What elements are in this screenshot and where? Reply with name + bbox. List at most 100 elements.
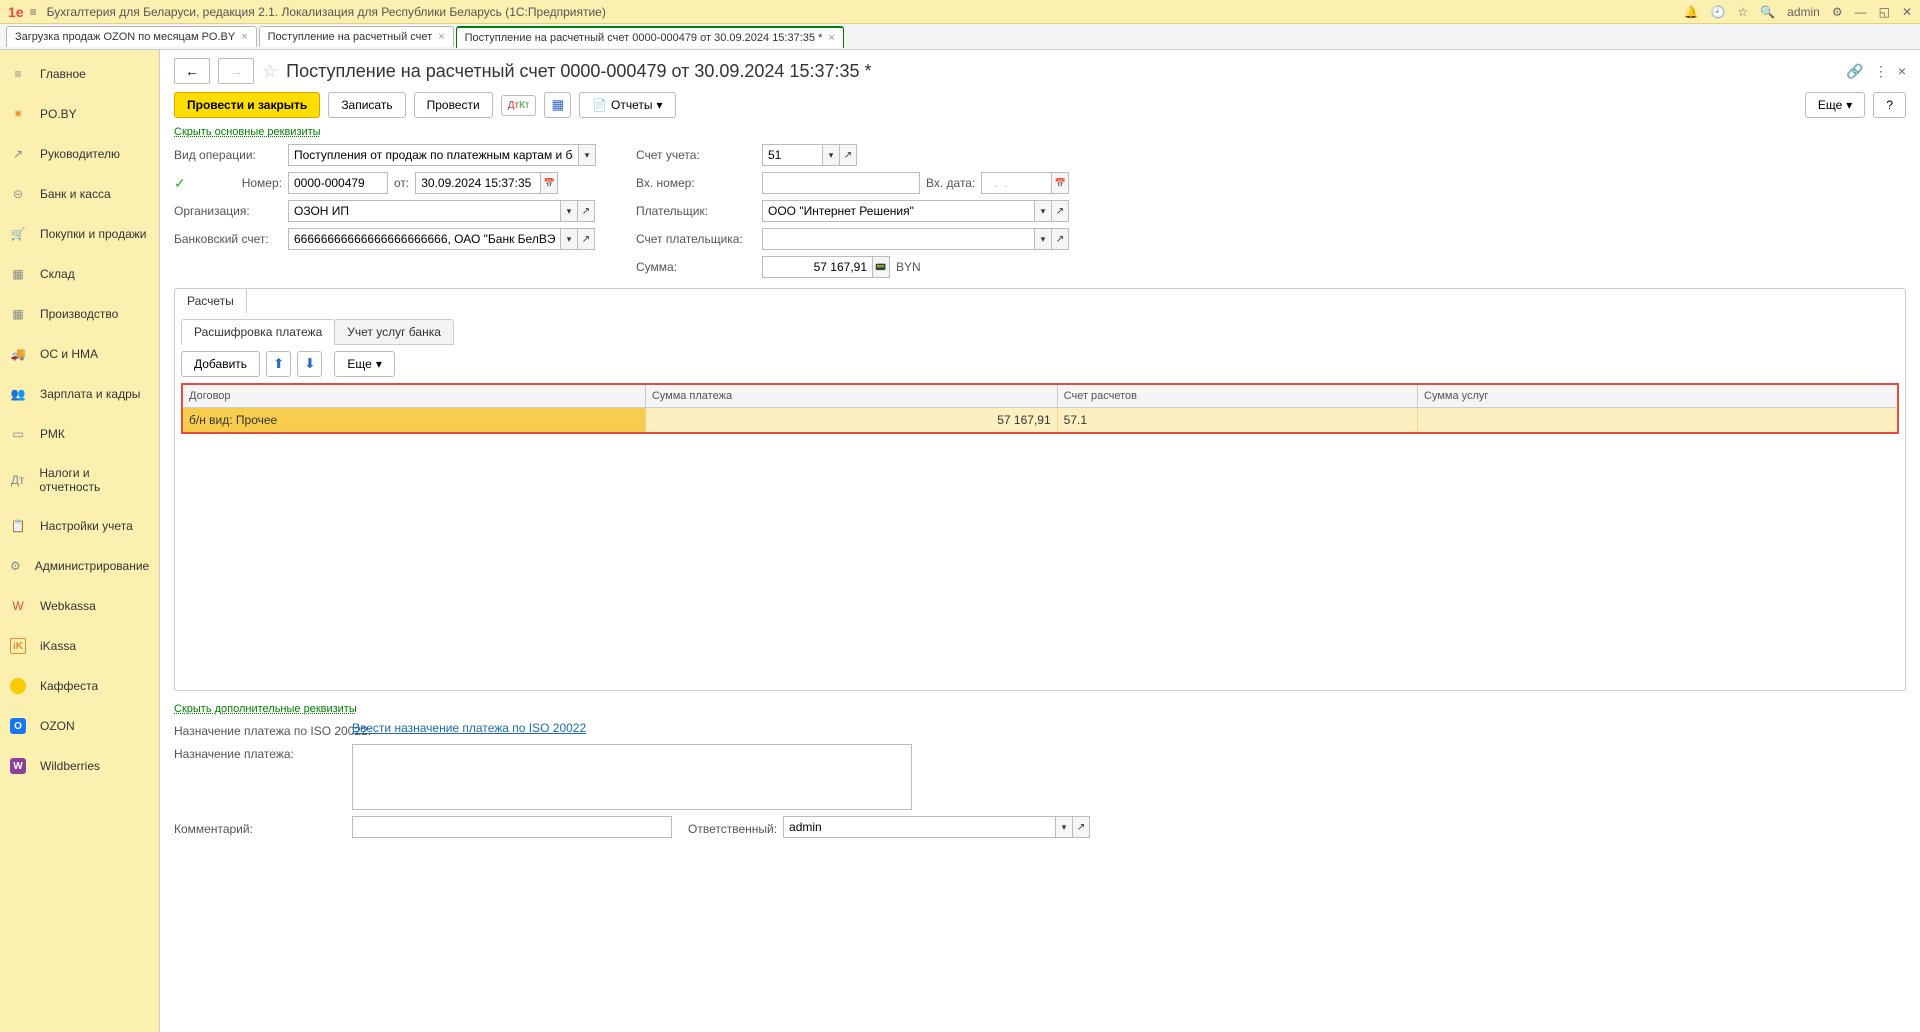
save-button[interactable]: Записать: [328, 92, 405, 118]
favorite-star-icon[interactable]: ☆: [262, 61, 278, 82]
organization-dropdown[interactable]: ▾: [560, 200, 578, 222]
sidebar-item[interactable]: ↗Руководителю: [0, 134, 159, 174]
responsible-dropdown[interactable]: ▾: [1055, 816, 1073, 838]
star-icon[interactable]: ☆: [1737, 5, 1748, 19]
close-window-icon[interactable]: ✕: [1902, 5, 1912, 19]
hamburger-icon[interactable]: ≡: [30, 5, 37, 19]
sidebar-item[interactable]: ≡Главное: [0, 54, 159, 94]
sidebar-item[interactable]: OOZON: [0, 706, 159, 746]
search-icon[interactable]: 🔍: [1760, 5, 1775, 19]
reports-button[interactable]: 📄 Отчеты ▾: [579, 92, 675, 118]
iso-purpose-link[interactable]: Ввести назначение платежа по ISO 20022: [352, 721, 586, 735]
responsible-open-icon[interactable]: ↗: [1072, 816, 1090, 838]
date-picker-icon[interactable]: 📅: [540, 172, 558, 194]
bank-account-input[interactable]: [288, 228, 560, 250]
payer-account-input[interactable]: [762, 228, 1034, 250]
operation-type-input[interactable]: [288, 144, 578, 166]
settings-icon[interactable]: ⚙: [1832, 5, 1843, 19]
post-close-button[interactable]: Провести и закрыть: [174, 92, 320, 118]
tab-bank-services[interactable]: Учет услуг банка: [334, 319, 454, 345]
doc-tab-ozon-load[interactable]: Загрузка продаж OZON по месяцам PO.BY ×: [6, 26, 257, 47]
more-button[interactable]: Еще ▾: [1805, 92, 1865, 118]
account-dropdown[interactable]: ▾: [822, 144, 840, 166]
account-open-icon[interactable]: ↗: [839, 144, 857, 166]
hide-main-fields-link[interactable]: Скрыть основные реквизиты: [174, 126, 321, 138]
post-button[interactable]: Провести: [414, 92, 493, 118]
sidebar-item[interactable]: 👥Зарплата и кадры: [0, 374, 159, 414]
comment-input[interactable]: [352, 816, 672, 838]
sidebar-item[interactable]: ▦Склад: [0, 254, 159, 294]
sidebar-item[interactable]: ⚙Администрирование: [0, 546, 159, 586]
cell-contract[interactable]: б/н вид: Прочее: [182, 408, 645, 434]
date-input[interactable]: [415, 172, 540, 194]
number-input[interactable]: [288, 172, 388, 194]
sidebar-item[interactable]: WWildberries: [0, 746, 159, 786]
history-icon[interactable]: 🕘: [1710, 5, 1725, 19]
user-name[interactable]: admin: [1787, 5, 1820, 19]
forward-button[interactable]: →: [218, 58, 254, 84]
move-up-button[interactable]: ⬆: [266, 351, 291, 377]
restore-icon[interactable]: ◱: [1879, 5, 1890, 19]
responsible-input[interactable]: [783, 816, 1055, 838]
account-input[interactable]: [762, 144, 822, 166]
link-icon[interactable]: 🔗: [1846, 63, 1863, 80]
incoming-date-picker-icon[interactable]: 📅: [1051, 172, 1069, 194]
col-account[interactable]: Счет расчетов: [1057, 384, 1417, 408]
doc-tab-receipt[interactable]: Поступление на расчетный счет ×: [259, 26, 454, 47]
operation-type-dropdown[interactable]: ▾: [578, 144, 596, 166]
from-label: от:: [394, 176, 409, 190]
sidebar-item-label: Каффеста: [40, 679, 98, 693]
close-tab-icon[interactable]: ×: [438, 31, 444, 43]
add-row-button[interactable]: Добавить: [181, 351, 260, 377]
incoming-number-input[interactable]: [762, 172, 920, 194]
minimize-icon[interactable]: —: [1855, 5, 1867, 19]
cell-services[interactable]: [1418, 408, 1899, 434]
payer-dropdown[interactable]: ▾: [1034, 200, 1052, 222]
table-more-button[interactable]: Еще ▾: [334, 351, 394, 377]
col-amount[interactable]: Сумма платежа: [645, 384, 1057, 408]
sidebar-item[interactable]: ✷PO.BY: [0, 94, 159, 134]
payer-open-icon[interactable]: ↗: [1051, 200, 1069, 222]
close-tab-icon[interactable]: ×: [241, 31, 247, 43]
sidebar-item[interactable]: 🚚ОС и НМА: [0, 334, 159, 374]
organization-input[interactable]: [288, 200, 560, 222]
tab-payment-decoding[interactable]: Расшифровка платежа: [181, 319, 335, 345]
bell-icon[interactable]: 🔔: [1684, 5, 1699, 19]
payer-account-dropdown[interactable]: ▾: [1034, 228, 1052, 250]
payer-account-open-icon[interactable]: ↗: [1051, 228, 1069, 250]
bank-account-open-icon[interactable]: ↗: [577, 228, 595, 250]
cell-account[interactable]: 57.1: [1057, 408, 1417, 434]
col-services[interactable]: Сумма услуг: [1418, 384, 1899, 408]
sidebar-item[interactable]: ⊝Банк и касса: [0, 174, 159, 214]
payer-input[interactable]: [762, 200, 1034, 222]
structure-button[interactable]: ▦: [544, 92, 571, 118]
sum-input[interactable]: [762, 256, 872, 278]
sidebar-item[interactable]: WWebkassa: [0, 586, 159, 626]
sum-calc-icon[interactable]: 📟: [872, 256, 890, 278]
tab-calculations[interactable]: Расчеты: [174, 288, 247, 313]
cell-amount[interactable]: 57 167,91: [645, 408, 1057, 434]
close-tab-icon[interactable]: ×: [828, 32, 834, 44]
sidebar-item[interactable]: 📋Настройки учета: [0, 506, 159, 546]
back-button[interactable]: ←: [174, 58, 210, 84]
doc-tab-receipt-detail[interactable]: Поступление на расчетный счет 0000-00047…: [456, 26, 844, 48]
bank-account-dropdown[interactable]: ▾: [560, 228, 578, 250]
table-row[interactable]: б/н вид: Прочее 57 167,91 57.1: [182, 408, 1898, 434]
sidebar-item[interactable]: ▦Производство: [0, 294, 159, 334]
hide-extra-fields-link[interactable]: Скрыть дополнительные реквизиты: [174, 703, 357, 715]
dt-kt-button[interactable]: ДтКт: [501, 95, 537, 116]
move-down-button[interactable]: ⬇: [297, 351, 322, 377]
sum-label: Сумма:: [636, 260, 756, 274]
kebab-icon[interactable]: ⋮: [1874, 63, 1888, 80]
sidebar-item[interactable]: ▭РМК: [0, 414, 159, 454]
organization-open-icon[interactable]: ↗: [577, 200, 595, 222]
col-contract[interactable]: Договор: [182, 384, 645, 408]
sidebar-item[interactable]: ДтНалоги и отчетность: [0, 454, 159, 506]
sidebar-item[interactable]: Каффеста: [0, 666, 159, 706]
purpose-textarea[interactable]: [352, 744, 912, 810]
sidebar-item[interactable]: iKiKassa: [0, 626, 159, 666]
sidebar-item[interactable]: 🛒Покупки и продажи: [0, 214, 159, 254]
incoming-date-input[interactable]: [981, 172, 1051, 194]
help-button[interactable]: ?: [1873, 92, 1906, 118]
close-form-icon[interactable]: ×: [1898, 63, 1906, 80]
